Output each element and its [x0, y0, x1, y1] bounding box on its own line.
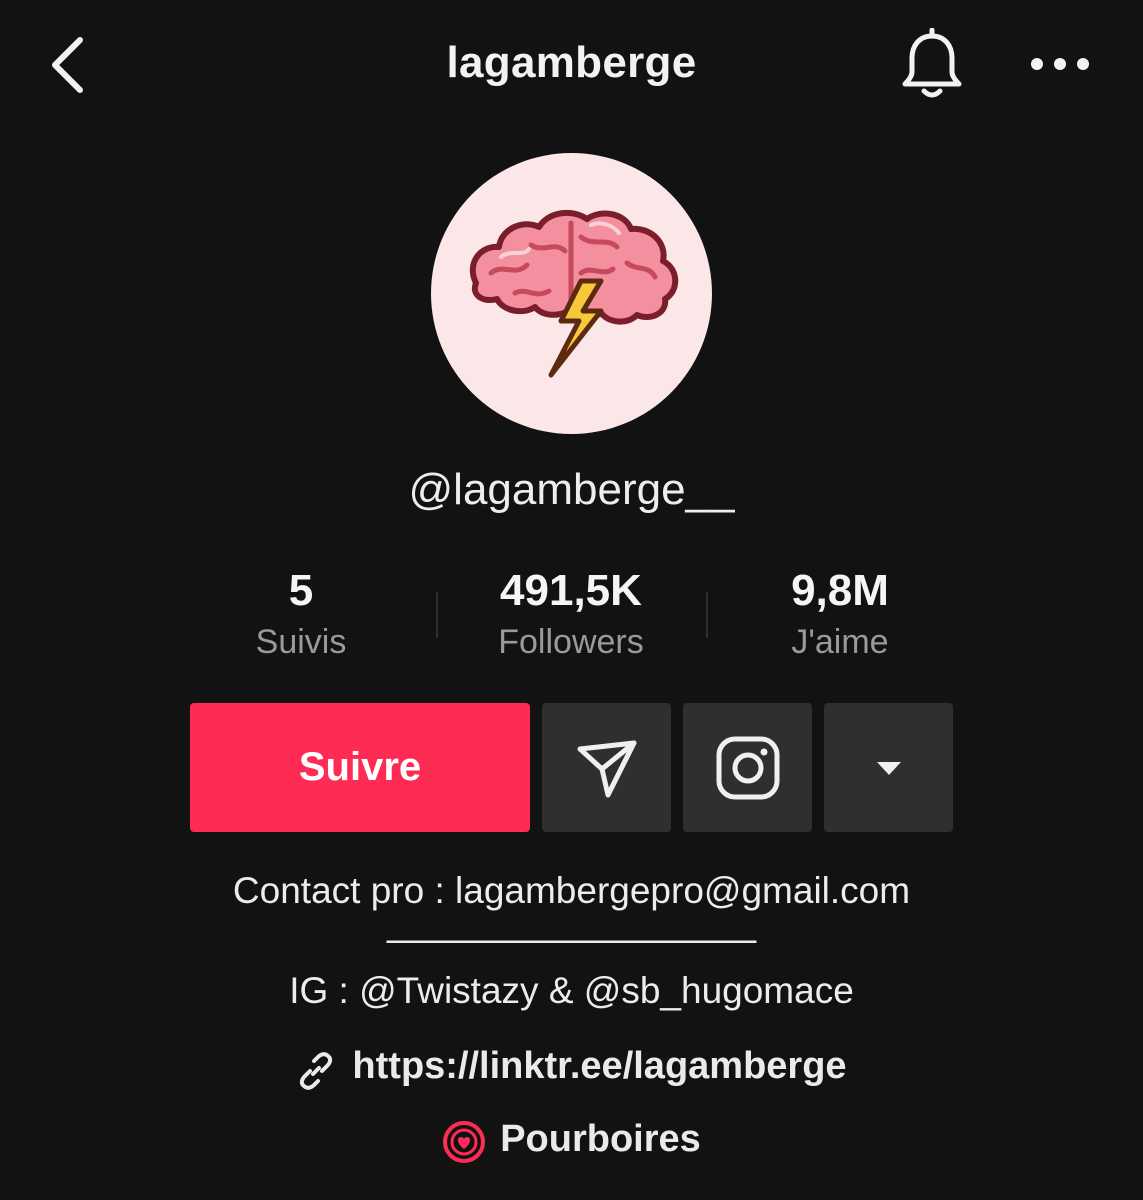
profile-page: lagamberge @lagamberge__ 5 Suivis 491,5K…	[0, 0, 1143, 1200]
profile-handle: @lagamberge__	[408, 465, 735, 514]
more-actions-button[interactable]	[824, 703, 953, 832]
stat-likes[interactable]: 9,8M J'aime	[720, 565, 960, 667]
bio-contact: Contact pro : lagambergepro@gmail.com	[232, 870, 911, 911]
action-buttons: Suivre	[0, 703, 1143, 833]
brain-lightning-logo	[469, 209, 679, 378]
page-title: lagamberge	[446, 38, 697, 87]
tips-heart-icon	[443, 1121, 486, 1163]
tips-button[interactable]: Pourboires	[442, 1118, 701, 1163]
bell-icon	[902, 27, 962, 98]
stat-followers-label: Followers	[498, 623, 644, 661]
stat-likes-value: 9,8M	[791, 566, 889, 615]
top-bar: lagamberge	[0, 0, 1143, 130]
stats-row: 5 Suivis 491,5K Followers 9,8M J'aime	[0, 565, 1143, 675]
bio-link-row: https://linktr.ee/lagamberge	[0, 1045, 1143, 1095]
link-icon	[300, 1052, 333, 1090]
bio-separator: ——————————	[386, 918, 757, 959]
avatar[interactable]	[431, 153, 712, 434]
stat-followers[interactable]: 491,5K Followers	[451, 565, 691, 667]
stat-following[interactable]: 5 Suivis	[181, 565, 421, 667]
stat-likes-label: J'aime	[791, 623, 889, 661]
message-button[interactable]	[542, 703, 671, 832]
bio-link-text: https://linktr.ee/lagamberge	[352, 1045, 847, 1087]
bio-instagram: IG : @Twistazy & @sb_hugomace	[289, 970, 854, 1011]
more-horizontal-icon	[1031, 58, 1089, 70]
more-options-button[interactable]	[1025, 42, 1095, 86]
caret-down-icon	[876, 761, 901, 775]
tips-row: Pourboires	[0, 1118, 1143, 1168]
stat-divider	[706, 592, 708, 638]
stat-followers-value: 491,5K	[500, 566, 642, 615]
stat-following-value: 5	[288, 566, 314, 615]
instagram-button[interactable]	[683, 703, 812, 832]
tips-label: Pourboires	[500, 1118, 701, 1160]
stat-following-label: Suivis	[255, 623, 347, 661]
notifications-button[interactable]	[895, 27, 969, 102]
instagram-icon	[716, 736, 779, 799]
bio-link[interactable]: https://linktr.ee/lagamberge	[296, 1045, 847, 1090]
stat-divider	[436, 592, 438, 638]
follow-button[interactable]: Suivre	[190, 703, 530, 832]
send-icon	[577, 740, 636, 797]
